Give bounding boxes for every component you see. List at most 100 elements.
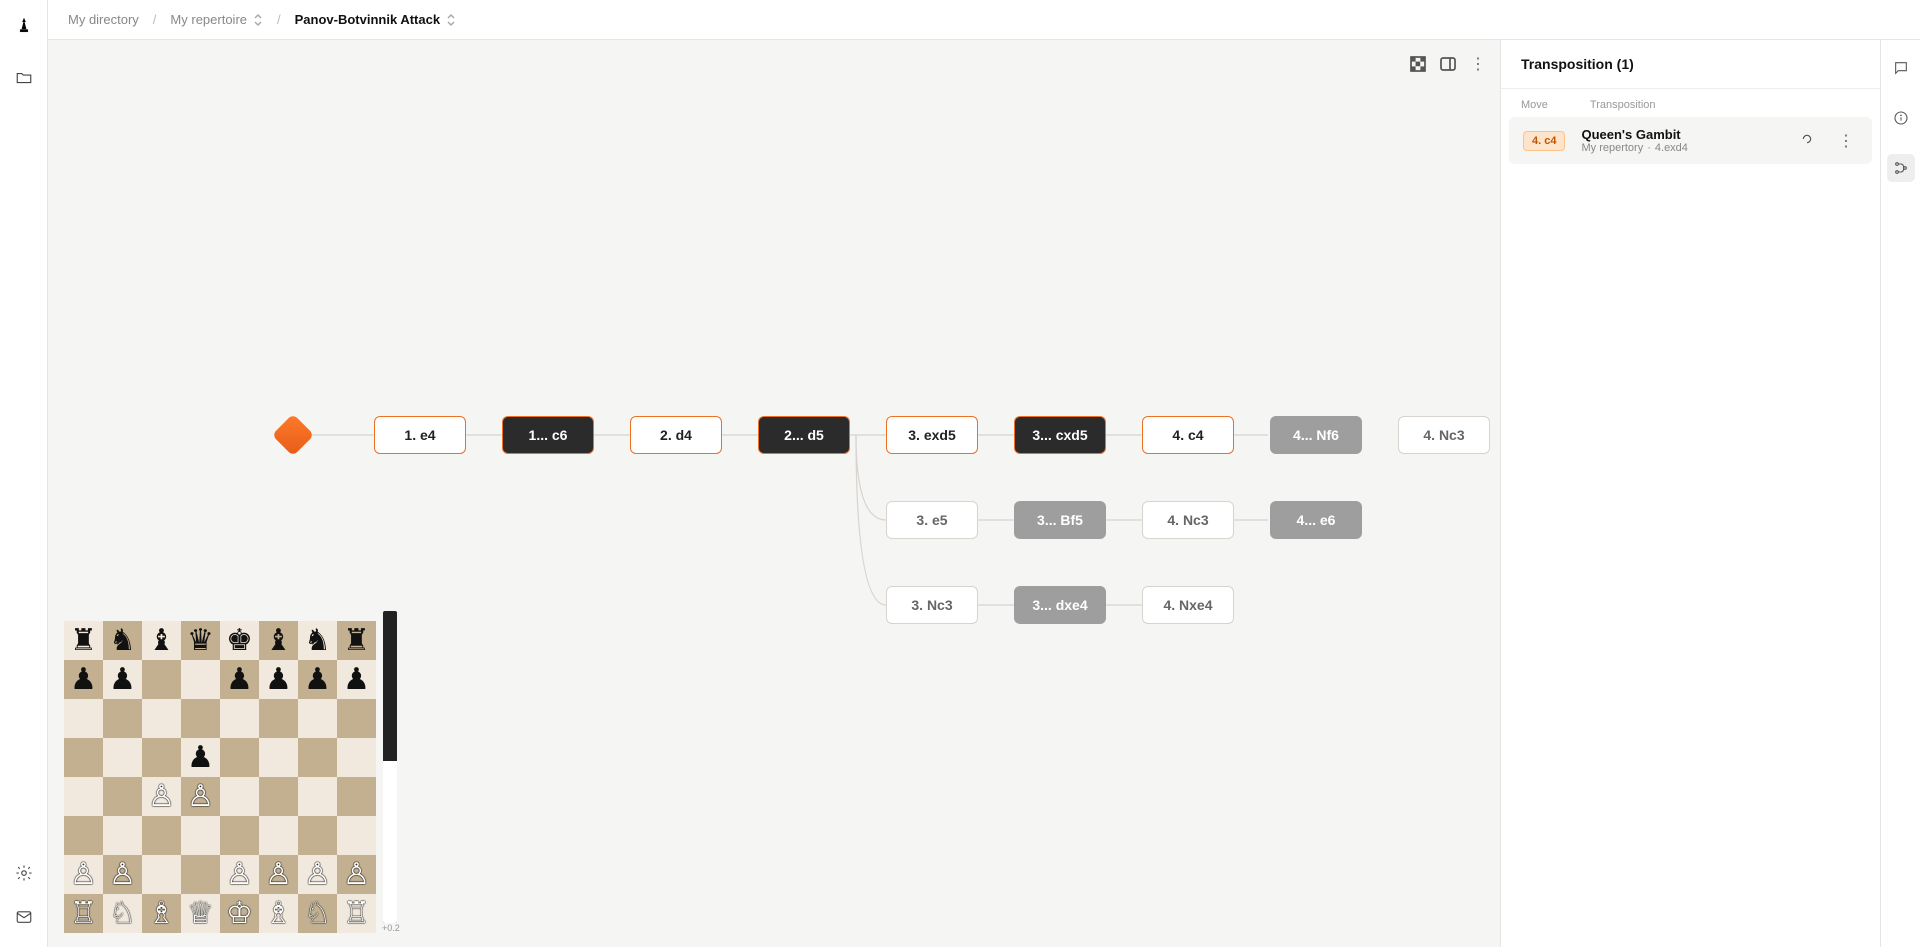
transposition-title: Transposition (1) <box>1501 40 1880 89</box>
transposition-meta: My repertory·4.exd4 <box>1581 142 1780 154</box>
move-node[interactable]: 4... Nf6 <box>1270 416 1362 454</box>
board-square: ♙ <box>142 777 181 816</box>
board-square <box>220 699 259 738</box>
move-node[interactable]: 2... d5 <box>758 416 850 454</box>
app-logo[interactable] <box>10 8 38 42</box>
board-square <box>220 777 259 816</box>
board-square: ♙ <box>103 855 142 894</box>
canvas-toolbar <box>1410 54 1486 74</box>
move-node[interactable]: 4... e6 <box>1270 501 1362 539</box>
board-square: ♔ <box>220 894 259 933</box>
tree-canvas[interactable]: 1. e4 1... c6 2. d4 2... d5 3. exd5 3... cxd5… <box>48 40 1500 947</box>
board-square: ♝ <box>142 621 181 660</box>
board-square: ♟ <box>181 738 220 777</box>
board-square <box>298 816 337 855</box>
board-square <box>64 777 103 816</box>
board-square: ♗ <box>142 894 181 933</box>
board-square: ♟ <box>220 660 259 699</box>
board-square <box>337 738 376 777</box>
board-square: ♙ <box>337 855 376 894</box>
link-icon[interactable] <box>1796 132 1818 149</box>
breadcrumb-page[interactable]: Panov-Botvinnik Attack <box>295 12 456 27</box>
board-square <box>259 777 298 816</box>
board-square <box>337 816 376 855</box>
move-node[interactable]: 3. Nc3 <box>886 586 978 624</box>
board-square <box>64 816 103 855</box>
board-square: ♘ <box>103 894 142 933</box>
board-square <box>259 738 298 777</box>
settings-icon[interactable] <box>10 859 38 887</box>
move-node[interactable]: 1. e4 <box>374 416 466 454</box>
board-square: ♟ <box>259 660 298 699</box>
transposition-panel: Transposition (1) Move Transposition 4. … <box>1500 40 1880 947</box>
board-square: ♝ <box>259 621 298 660</box>
col-move: Move <box>1521 99 1548 111</box>
left-icon-bar <box>0 0 48 947</box>
col-transposition: Transposition <box>1590 99 1656 111</box>
board-square: ♟ <box>64 660 103 699</box>
move-node[interactable]: 4. Nc3 <box>1142 501 1234 539</box>
move-node[interactable]: 3. exd5 <box>886 416 978 454</box>
board-square <box>64 699 103 738</box>
board-square <box>103 699 142 738</box>
board-square <box>142 855 181 894</box>
board-square: ♙ <box>64 855 103 894</box>
chevron-updown-icon <box>253 13 263 27</box>
row-more-icon[interactable] <box>1834 131 1858 151</box>
board-square: ♟ <box>337 660 376 699</box>
move-node[interactable]: 3. e5 <box>886 501 978 539</box>
eval-bar <box>383 611 397 923</box>
info-icon[interactable] <box>1887 104 1915 132</box>
board-square: ♙ <box>220 855 259 894</box>
board-view-icon[interactable] <box>1410 56 1426 72</box>
comment-icon[interactable] <box>1887 54 1915 82</box>
branch-icon[interactable] <box>1887 154 1915 182</box>
board-square: ♞ <box>298 621 337 660</box>
board-square: ♗ <box>259 894 298 933</box>
board-square <box>103 816 142 855</box>
board-square: ♜ <box>64 621 103 660</box>
split-view-icon[interactable] <box>1440 56 1456 72</box>
chevron-updown-icon <box>446 13 456 27</box>
eval-value: +0.2 <box>382 923 400 933</box>
board-square: ♟ <box>298 660 337 699</box>
board-square: ♜ <box>337 621 376 660</box>
breadcrumb-root[interactable]: My directory <box>68 12 139 27</box>
board-square <box>103 738 142 777</box>
board-square <box>259 699 298 738</box>
move-node[interactable]: 4. Nc3 <box>1398 416 1490 454</box>
move-node[interactable]: 1... c6 <box>502 416 594 454</box>
board-square <box>142 816 181 855</box>
board-square <box>64 738 103 777</box>
board-square: ♙ <box>181 777 220 816</box>
board-square <box>103 777 142 816</box>
mini-board[interactable]: ♜♞♝♛♚♝♞♜♟♟♟♟♟♟♟♙♙♙♙♙♙♙♙♖♘♗♕♔♗♘♖ <box>64 621 376 933</box>
move-node[interactable]: 3... Bf5 <box>1014 501 1106 539</box>
board-square <box>142 738 181 777</box>
right-tool-strip <box>1880 40 1920 947</box>
board-square <box>337 777 376 816</box>
board-square <box>298 738 337 777</box>
board-square: ♚ <box>220 621 259 660</box>
move-node[interactable]: 3... cxd5 <box>1014 416 1106 454</box>
transposition-row[interactable]: 4. c4Queen's GambitMy repertory·4.exd4 <box>1509 117 1872 164</box>
more-icon[interactable] <box>1470 54 1486 74</box>
move-node[interactable]: 4. Nxe4 <box>1142 586 1234 624</box>
board-square <box>337 699 376 738</box>
move-node[interactable]: 4. c4 <box>1142 416 1234 454</box>
mail-icon[interactable] <box>10 903 38 931</box>
board-square: ♛ <box>181 621 220 660</box>
breadcrumb: My directory / My repertoire / Panov-Bot… <box>48 0 1920 40</box>
board-square <box>298 699 337 738</box>
board-square <box>181 699 220 738</box>
breadcrumb-folder[interactable]: My repertoire <box>170 12 263 27</box>
tree-root[interactable] <box>272 414 314 456</box>
folder-icon[interactable] <box>10 64 38 92</box>
board-square <box>298 777 337 816</box>
transposition-name: Queen's Gambit <box>1581 127 1780 142</box>
board-square <box>259 816 298 855</box>
board-square: ♖ <box>64 894 103 933</box>
board-square <box>181 660 220 699</box>
move-node[interactable]: 2. d4 <box>630 416 722 454</box>
move-node[interactable]: 3... dxe4 <box>1014 586 1106 624</box>
